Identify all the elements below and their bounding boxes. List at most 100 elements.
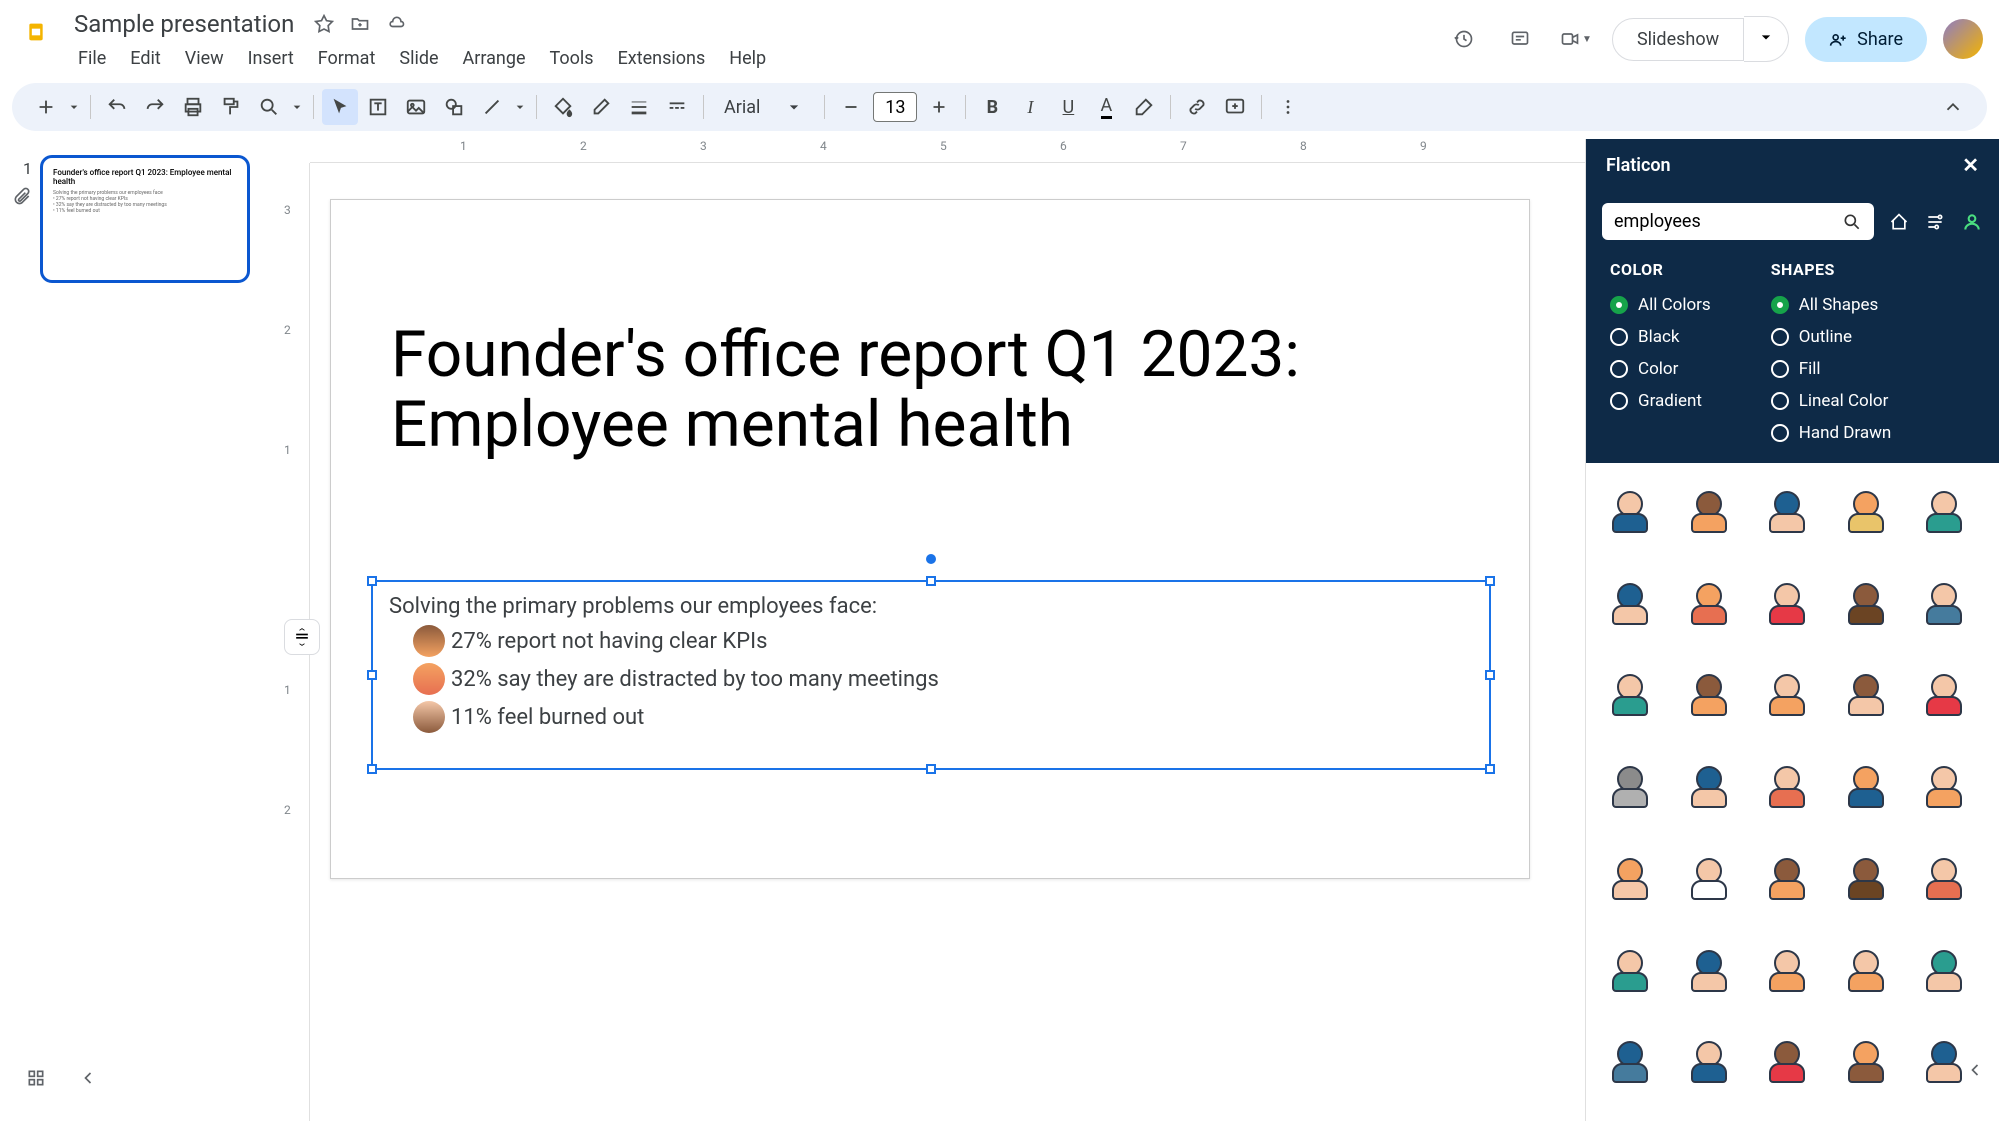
icon-result-26[interactable] [1681,942,1737,998]
icon-result-27[interactable] [1759,942,1815,998]
menu-extensions[interactable]: Extensions [608,42,716,75]
star-icon[interactable] [312,12,336,36]
icon-result-31[interactable] [1681,1033,1737,1089]
search-icon[interactable] [1842,212,1862,232]
new-slide-button[interactable] [28,89,64,125]
user-icon[interactable] [1961,208,1983,236]
collapse-toolbar-button[interactable] [1935,89,1971,125]
icon-result-2[interactable] [1759,483,1815,539]
shape-filter-all[interactable]: All Shapes [1771,295,1892,315]
icon-result-8[interactable] [1838,575,1894,631]
font-size-input[interactable] [873,92,917,122]
comment-icon[interactable] [1500,19,1540,59]
font-size-decrease[interactable] [833,89,869,125]
icon-result-14[interactable] [1916,666,1972,722]
font-size-increase[interactable] [921,89,957,125]
resize-handle-tr[interactable] [1485,576,1495,586]
menu-edit[interactable]: Edit [120,42,170,75]
collapse-panel-icon[interactable] [72,1062,104,1094]
menu-help[interactable]: Help [719,42,776,75]
shape-tool[interactable] [436,89,472,125]
line-tool[interactable] [474,89,510,125]
menu-slide[interactable]: Slide [389,42,448,75]
fill-color-button[interactable] [545,89,581,125]
icon-result-19[interactable] [1916,758,1972,814]
icon-result-6[interactable] [1681,575,1737,631]
border-weight-button[interactable] [621,89,657,125]
user-avatar[interactable] [1943,19,1983,59]
icon-result-22[interactable] [1759,850,1815,906]
menu-tools[interactable]: Tools [540,42,604,75]
select-tool[interactable] [322,89,358,125]
shape-filter-outline[interactable]: Outline [1771,327,1892,347]
slide-title-text[interactable]: Founder's office report Q1 2023: Employe… [391,320,1469,461]
icon-result-1[interactable] [1681,483,1737,539]
redo-button[interactable] [137,89,173,125]
italic-button[interactable]: I [1012,89,1048,125]
speaker-notes-toggle[interactable] [284,619,320,655]
zoom-dropdown[interactable] [289,89,305,125]
underline-button[interactable]: U [1050,89,1086,125]
document-title[interactable]: Sample presentation [68,8,300,40]
meet-icon[interactable]: ▼ [1556,19,1596,59]
icon-result-7[interactable] [1759,575,1815,631]
text-color-button[interactable]: A [1088,89,1124,125]
text-box-tool[interactable] [360,89,396,125]
color-filter-gradient[interactable]: Gradient [1610,391,1711,411]
resize-handle-bm[interactable] [926,764,936,774]
flaticon-search[interactable] [1602,203,1874,240]
icon-result-20[interactable] [1602,850,1658,906]
icon-result-17[interactable] [1759,758,1815,814]
slideshow-dropdown[interactable] [1744,16,1789,62]
icon-result-32[interactable] [1759,1033,1815,1089]
move-folder-icon[interactable] [348,12,372,36]
icon-result-10[interactable] [1602,666,1658,722]
shape-filter-lineal[interactable]: Lineal Color [1771,391,1892,411]
search-input[interactable] [1614,211,1842,232]
border-color-button[interactable] [583,89,619,125]
icon-result-5[interactable] [1602,575,1658,631]
icon-result-24[interactable] [1916,850,1972,906]
line-dropdown[interactable] [512,89,528,125]
resize-handle-bl[interactable] [367,764,377,774]
icon-result-30[interactable] [1602,1033,1658,1089]
menu-format[interactable]: Format [308,42,386,75]
more-options-button[interactable] [1270,89,1306,125]
menu-file[interactable]: File [68,42,116,75]
menu-view[interactable]: View [175,42,234,75]
slide-thumbnail-1[interactable]: Founder's office report Q1 2023: Employe… [40,155,250,283]
icon-result-0[interactable] [1602,483,1658,539]
new-slide-dropdown[interactable] [66,89,82,125]
icon-result-4[interactable] [1916,483,1972,539]
paint-format-button[interactable] [213,89,249,125]
shape-filter-hand[interactable]: Hand Drawn [1771,423,1892,443]
close-icon[interactable]: ✕ [1962,153,1979,177]
slides-logo-icon[interactable] [16,12,56,52]
icon-result-18[interactable] [1838,758,1894,814]
shape-filter-fill[interactable]: Fill [1771,359,1892,379]
icon-result-25[interactable] [1602,942,1658,998]
border-dash-button[interactable] [659,89,695,125]
menu-insert[interactable]: Insert [238,42,304,75]
slide-canvas[interactable]: Founder's office report Q1 2023: Employe… [330,199,1530,879]
color-filter-color[interactable]: Color [1610,359,1711,379]
color-filter-black[interactable]: Black [1610,327,1711,347]
resize-handle-ml[interactable] [367,670,377,680]
resize-handle-mr[interactable] [1485,670,1495,680]
icon-result-3[interactable] [1838,483,1894,539]
highlight-button[interactable] [1126,89,1162,125]
color-filter-all[interactable]: All Colors [1610,295,1711,315]
resize-handle-tm[interactable] [926,576,936,586]
icon-result-29[interactable] [1916,942,1972,998]
side-panel-toggle[interactable] [1959,1054,1991,1086]
icon-result-16[interactable] [1681,758,1737,814]
icon-result-15[interactable] [1602,758,1658,814]
font-family-select[interactable]: Arial [712,91,816,124]
image-tool[interactable] [398,89,434,125]
rotate-handle[interactable] [926,554,936,564]
selected-text-box[interactable]: Solving the primary problems our employe… [371,580,1491,770]
icon-result-11[interactable] [1681,666,1737,722]
resize-handle-br[interactable] [1485,764,1495,774]
icon-result-28[interactable] [1838,942,1894,998]
link-button[interactable] [1179,89,1215,125]
